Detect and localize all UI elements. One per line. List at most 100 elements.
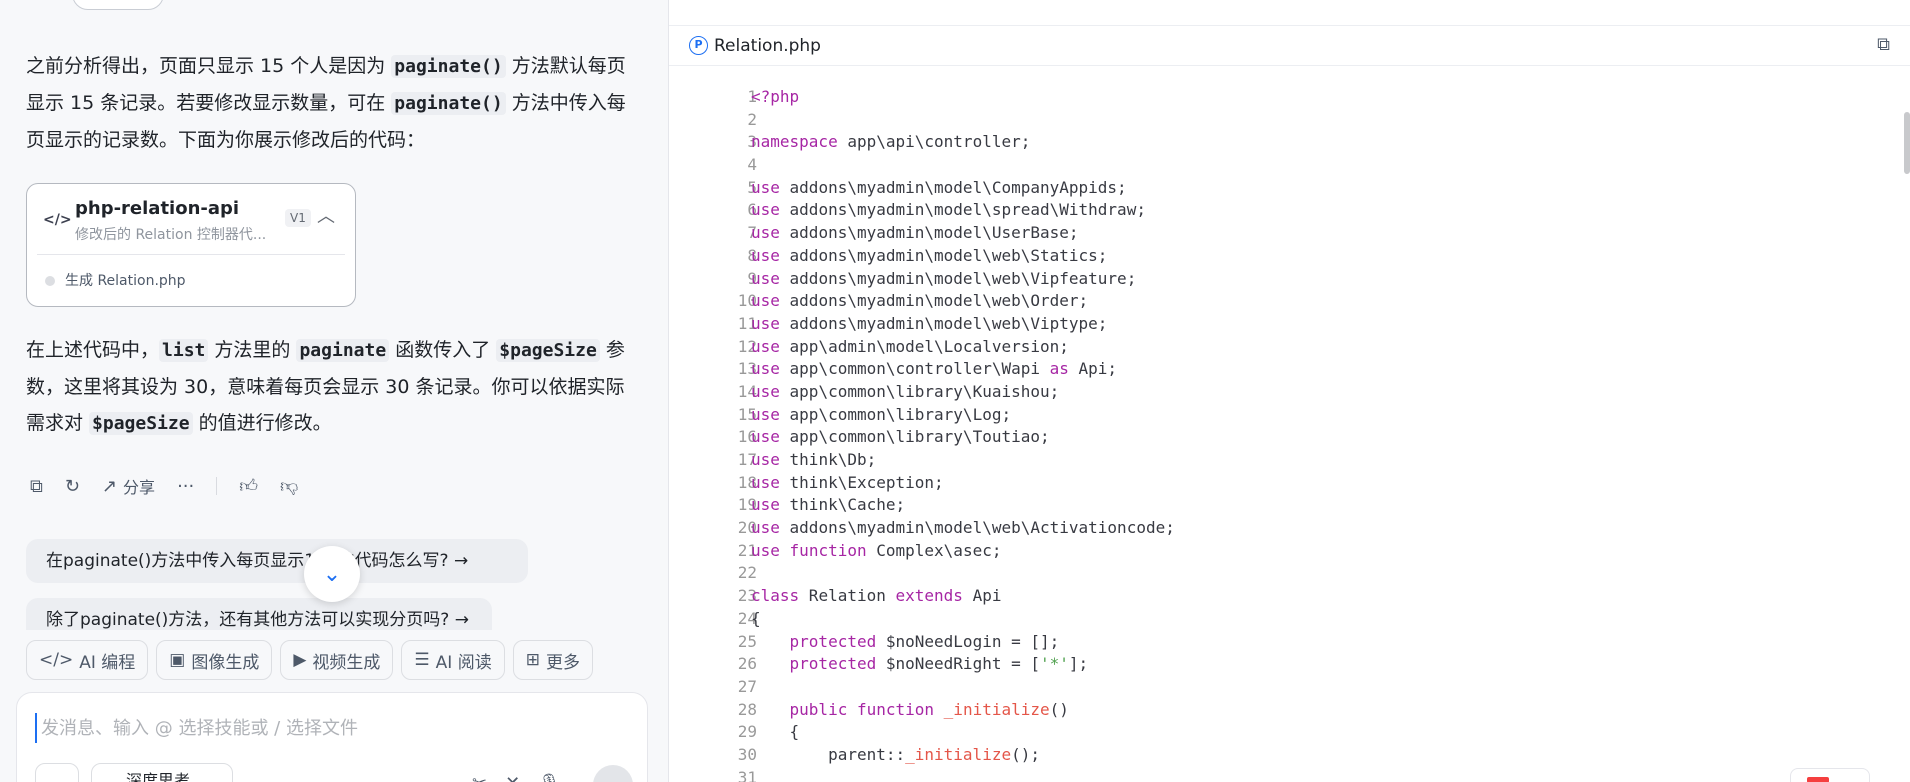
code-text: namespace app\api\controller; <box>751 132 1031 152</box>
suggestion-text: 除了paginate()方法，还有其他方法可以实现分页吗? <box>46 610 450 630</box>
thumbs-down-icon[interactable]: 👎︎ <box>280 475 298 497</box>
vertical-scrollbar[interactable] <box>1904 112 1910 174</box>
code-icon: </> <box>43 212 72 228</box>
code-line: 22 <box>669 562 1910 585</box>
skill-more[interactable]: ⊞ 更多 <box>512 640 593 680</box>
copy-icon[interactable]: ⧉ <box>1877 34 1890 55</box>
line-number: 2 <box>747 109 757 129</box>
chevron-up-icon[interactable]: ︿ <box>317 202 335 228</box>
send-button[interactable] <box>593 765 633 782</box>
line-number: 8 <box>747 245 757 265</box>
code-artifact-card[interactable]: </> php-relation-api 修改后的 Relation 控制器代.… <box>26 183 356 307</box>
top-pill-button[interactable] <box>72 0 164 10</box>
status-dot <box>45 276 55 286</box>
suggestion-text: 在paginate()方法中传入每页显示1 录的代码怎么写? <box>46 551 449 571</box>
code-line: 6 use addons\myadmin\model\spread\Withdra… <box>669 199 1910 222</box>
skill-label: 图像生成 <box>191 652 260 673</box>
code-line: 28 public function _initialize() <box>669 699 1910 722</box>
code-line: 7 use addons\myadmin\model\UserBase; <box>669 222 1910 245</box>
line-number: 20 <box>737 518 757 538</box>
code-line: 15 use app\common\library\Log; <box>669 404 1910 427</box>
code-line: 19 use think\Cache; <box>669 494 1910 517</box>
line-number: 18 <box>737 472 757 492</box>
skill-ai-coding[interactable]: </> AI 编程 <box>26 640 149 680</box>
skill-video-gen[interactable]: ▶ 视频生成 <box>280 640 394 680</box>
code-text: <?php <box>751 87 800 106</box>
code-line: 23 class Relation extends Api <box>669 585 1910 608</box>
line-number: 10 <box>737 291 757 311</box>
line-number: 1 <box>747 87 757 106</box>
code-line: 30 parent::_initialize(); <box>669 744 1910 767</box>
copy-icon[interactable]: ⧉ <box>30 476 43 497</box>
line-number: 5 <box>747 177 757 197</box>
line-number: 19 <box>737 495 757 515</box>
line-number: 24 <box>737 608 757 628</box>
suggested-question[interactable]: 除了paginate()方法，还有其他方法可以实现分页吗? → <box>26 598 492 630</box>
text: 函数传入了 <box>389 339 497 361</box>
composer-tool-icons[interactable]: ✂✕🎙 <box>472 773 579 782</box>
code-text: use app\common\controller\Wapi as Api; <box>751 359 1118 379</box>
line-number: 11 <box>737 313 757 333</box>
inline-code: paginate() <box>391 92 506 115</box>
divider <box>216 477 218 495</box>
line-number: 15 <box>737 404 757 424</box>
code-line: 5 use addons\myadmin\model\CompanyAppids; <box>669 177 1910 200</box>
code-text: use app\admin\model\Localversion; <box>751 336 1069 356</box>
inline-code: $pageSize <box>89 412 193 435</box>
image-icon: ▣ <box>169 650 186 670</box>
code-text: protected $noNeedRight = ['*']; <box>789 654 1089 674</box>
code-line: 25 protected $noNeedLogin = []; <box>669 631 1910 654</box>
scroll-to-bottom-button[interactable]: ⌄ <box>304 546 360 602</box>
skill-image-gen[interactable]: ▣ 图像生成 <box>156 640 273 680</box>
inline-code: paginate() <box>391 55 506 78</box>
code-text: { <box>751 608 761 628</box>
file-name: Relation.php <box>714 36 821 56</box>
code-text: public function _initialize() <box>789 699 1069 719</box>
code-text: use app\common\library\Kuaishou; <box>751 381 1060 401</box>
file-tab: P Relation.php ⧉ <box>669 26 1910 66</box>
attach-button[interactable] <box>35 763 79 782</box>
code-block: 1 <?php 2 3 namespace app\api\controller; 4 5 u… <box>669 86 1910 782</box>
skill-label: AI 阅读 <box>435 652 492 673</box>
code-text: use addons\myadmin\model\web\Statics; <box>751 245 1108 265</box>
code-text: { <box>751 722 800 742</box>
code-text: parent::_initialize(); <box>751 744 1040 764</box>
line-number: 12 <box>737 336 757 356</box>
message-input[interactable] <box>35 713 595 743</box>
grid-icon: ⊞ <box>525 650 540 670</box>
chat-pane: 之前分析得出，页面只显示 15 个人是因为 paginate() 方法默认每页显… <box>0 0 668 782</box>
code-line: 1 <?php <box>669 86 1910 109</box>
suggested-question[interactable]: 在paginate()方法中传入每页显示1 录的代码怎么写? → <box>26 539 528 583</box>
skill-ai-reading[interactable]: ☰ AI 阅读 <box>401 640 505 680</box>
line-number: 9 <box>747 268 757 288</box>
inline-code: $pageSize <box>496 339 600 362</box>
refresh-icon[interactable]: ↻ <box>65 476 80 497</box>
line-number: 21 <box>737 540 757 560</box>
line-number: 31 <box>737 767 757 782</box>
code-line: 24{ <box>669 608 1910 631</box>
code-text: use addons\myadmin\model\web\Order; <box>751 291 1089 311</box>
corner-badge[interactable] <box>1790 768 1870 782</box>
code-line: 29 { <box>669 721 1910 744</box>
thumbs-up-icon[interactable]: 👍︎ <box>239 475 258 497</box>
deep-think-toggle[interactable]: 深度思考 <box>91 763 233 782</box>
arrow-right-icon: → <box>453 551 469 571</box>
code-line: 3 namespace app\api\controller; <box>669 131 1910 154</box>
inline-code: list <box>159 339 209 362</box>
line-number: 27 <box>737 676 757 696</box>
version-badge: V1 <box>285 209 311 227</box>
share-icon: ↗ <box>101 475 118 497</box>
skill-label: 视频生成 <box>312 652 381 673</box>
line-number: 29 <box>737 722 757 742</box>
code-line: 9 use addons\myadmin\model\web\Vipfeature… <box>669 268 1910 291</box>
code-text: use app\common\library\Toutiao; <box>751 427 1050 447</box>
assistant-message-paragraph: 在上述代码中， list 方法里的 paginate 函数传入了 $pageSiz… <box>26 332 626 442</box>
share-button[interactable]: ↗ 分享 <box>102 474 155 498</box>
code-icon: </> <box>39 650 74 670</box>
code-text: protected $noNeedLogin = []; <box>789 631 1060 651</box>
line-number: 14 <box>737 381 757 401</box>
more-icon[interactable]: ··· <box>177 476 194 497</box>
code-text: use addons\myadmin\model\web\Activationc… <box>751 518 1175 538</box>
code-line: 14 use app\common\library\Kuaishou; <box>669 381 1910 404</box>
text: 在上述代码中， <box>26 339 160 361</box>
